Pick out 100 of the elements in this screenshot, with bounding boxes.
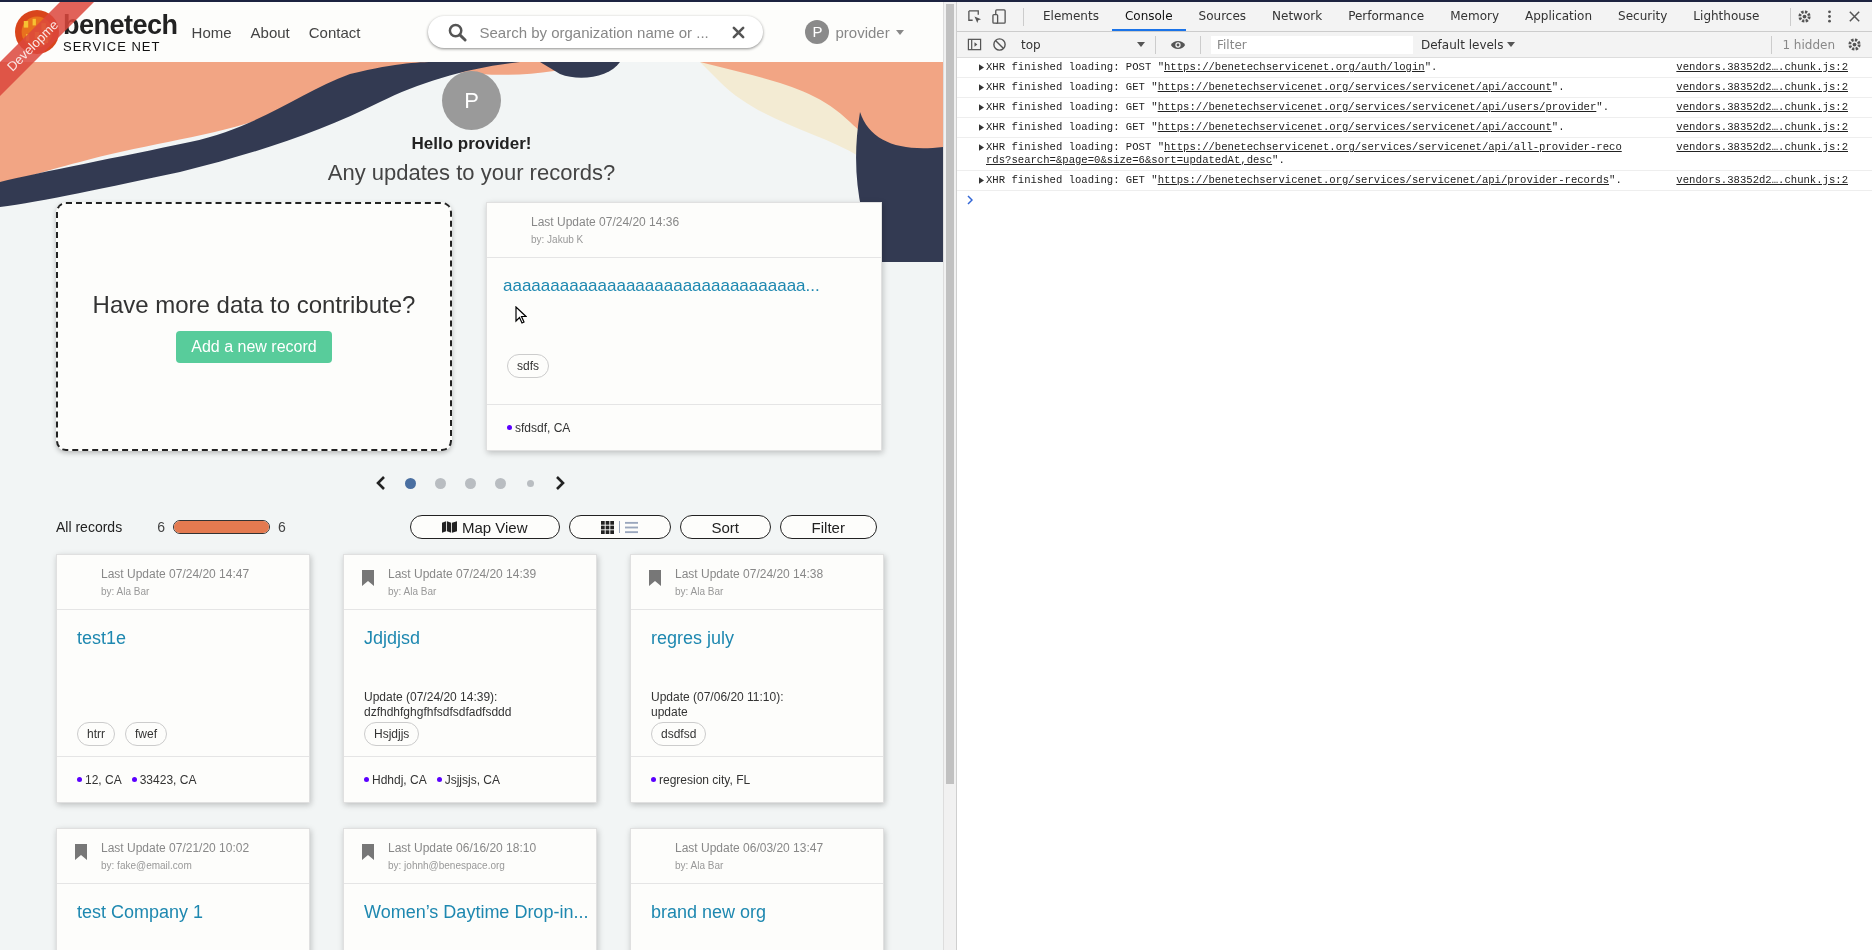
grid-view-icon[interactable] (601, 520, 615, 534)
source-link[interactable]: vendors.38352d2….chunk.js:2 (1676, 101, 1848, 114)
log-message: XHR finished loading: GET "https://benetechservicenet.org/services/servicenet/api/users/provider". (986, 101, 1611, 114)
bookmark-icon[interactable] (362, 844, 374, 860)
filter-field[interactable]: Filter (1211, 35, 1413, 54)
clear-icon[interactable] (732, 26, 746, 39)
settings-icon[interactable] (1847, 37, 1862, 52)
devtools-tab[interactable]: Performance (1335, 2, 1438, 31)
cursor-icon (515, 306, 527, 324)
previous-icon[interactable] (376, 475, 386, 491)
record-card[interactable]: Last Update 07/24/20 14:38 by: Ala Bar regres july Update (07/06/20 11:10): update dsdfsd regresion city, FL (630, 554, 884, 803)
contribute-text: Have more data to contribute? (92, 290, 416, 319)
next-icon[interactable] (555, 475, 565, 491)
bookmark-icon[interactable] (75, 844, 87, 860)
record-title[interactable]: brand new org (651, 902, 877, 923)
device-icon[interactable] (992, 9, 1007, 24)
profile-avatar: P (442, 71, 501, 130)
update-note: Update (07/24/20 14:39): dzfhdhfghgfhfsdfsdfadfsddd (364, 690, 513, 720)
record-card[interactable]: Last Update 07/24/20 14:36 by: Jakub K aaaaaaaaaaaaaaaaaaaaaaaaaaaaaaaa... sdfs sfdsdf, CA (486, 202, 882, 451)
record-title[interactable]: test Company 1 (77, 902, 303, 923)
last-update: Last Update 07/24/20 14:39 (388, 567, 537, 581)
devtools-tab[interactable]: Application (1512, 2, 1606, 31)
expand-icon[interactable] (979, 64, 984, 71)
map-icon (441, 521, 457, 533)
view-toggle[interactable] (568, 515, 671, 539)
record-title[interactable]: test1e (77, 628, 303, 649)
source-link[interactable]: vendors.38352d2….chunk.js:2 (1676, 121, 1848, 134)
last-update: Last Update 07/21/20 10:02 (101, 841, 250, 855)
expand-icon[interactable] (979, 84, 984, 91)
record-title[interactable]: regres july (651, 628, 877, 649)
heading: Any updates to your records? (327, 160, 616, 186)
sort-button[interactable]: Sort (679, 515, 771, 539)
range-slider[interactable] (172, 520, 270, 534)
record-title[interactable]: aaaaaaaaaaaaaaaaaaaaaaaaaaaaaaaa... (503, 276, 861, 296)
bookmark-icon[interactable] (649, 570, 661, 586)
record-card[interactable]: Last Update 07/24/20 14:47 by: Ala Bar test1e htrr fwef 12, CA 33423, CA (56, 554, 310, 803)
author: by: Jakub K (531, 234, 585, 245)
records-label: All records (56, 519, 123, 535)
log-message: XHR finished loading: POST "https://benetechservicenet.org/services/servicenet/api/all-provider-records?search=&page=0&size=6&sort=updatedAt,desc". (986, 141, 1623, 167)
prompt-icon[interactable] (967, 195, 973, 205)
settings-icon[interactable] (1797, 9, 1812, 24)
author: by: Ala Bar (675, 860, 725, 871)
levels-dropdown[interactable]: Default levels (1421, 37, 1516, 52)
record-card[interactable]: Last Update 06/03/20 13:47 by: Ala Bar brand new org (630, 828, 884, 950)
carousel-dot[interactable] (435, 477, 446, 489)
record-card[interactable]: Last Update 06/16/20 18:10 by: johnh@benespace.org Women’s Daytime Drop-in... (343, 828, 597, 950)
carousel-dot[interactable] (465, 477, 476, 489)
nav-link[interactable]: Home (191, 23, 232, 41)
source-link[interactable]: vendors.38352d2….chunk.js:2 (1676, 174, 1848, 187)
devtools-tab[interactable]: Security (1605, 2, 1681, 31)
eye-icon[interactable] (1170, 38, 1186, 51)
author: by: Ala Bar (388, 586, 438, 597)
last-update: Last Update 07/24/20 14:36 (531, 215, 680, 229)
devtools-tab[interactable]: Network (1259, 2, 1336, 31)
carousel-dot[interactable] (495, 477, 506, 489)
count-label: 6 (157, 519, 165, 535)
devtools-tab[interactable]: Memory (1437, 2, 1512, 31)
expand-icon[interactable] (979, 144, 984, 151)
devtools-tab[interactable]: Elements (1030, 2, 1112, 31)
location-dot-icon (436, 777, 442, 782)
author: by: Ala Bar (101, 586, 151, 597)
caret-icon (895, 29, 904, 35)
devtools-tab[interactable]: Lighthouse (1680, 2, 1773, 31)
nav-link[interactable]: Contact (308, 23, 361, 41)
devtools-tab[interactable]: Sources (1185, 2, 1260, 31)
log-message: XHR finished loading: GET "https://benetechservicenet.org/services/servicenet/api/account". (986, 121, 1566, 134)
map-view-button[interactable]: Map View (409, 515, 560, 539)
location-dot-icon (77, 777, 82, 782)
record-card[interactable]: Last Update 07/24/20 14:39 by: Ala Bar Jdjdjsd Update (07/24/20 14:39): dzfhdhfghgfhfsdfsdfadfsddd Hsjdjjs Hdhdj, CA Jsjjsjs, CA (343, 554, 597, 803)
inspect-icon[interactable] (967, 9, 982, 24)
bookmark-icon[interactable] (362, 570, 374, 586)
search-field[interactable]: Search by organization name or ... (428, 16, 764, 48)
clear-console-icon[interactable] (992, 37, 1007, 52)
filter-button[interactable]: Filter (779, 515, 877, 539)
source-link[interactable]: vendors.38352d2….chunk.js:2 (1676, 141, 1848, 154)
expand-icon[interactable] (979, 124, 984, 131)
nav-link[interactable]: About (250, 23, 290, 41)
source-link[interactable]: vendors.38352d2….chunk.js:2 (1676, 81, 1848, 94)
carousel-dot[interactable] (527, 479, 534, 487)
sidebar-icon[interactable] (967, 37, 982, 52)
log-message: XHR finished loading: GET "https://benetechservicenet.org/services/servicenet/api/provider-records". (986, 174, 1623, 187)
record-card[interactable]: Last Update 07/21/20 10:02 by: fake@email.com test Company 1 (56, 828, 310, 950)
scrollbar[interactable] (943, 2, 956, 950)
close-icon[interactable] (1847, 9, 1862, 24)
expand-icon[interactable] (979, 177, 984, 184)
caret-icon (1137, 42, 1145, 47)
expand-icon[interactable] (979, 104, 984, 111)
record-title[interactable]: Women’s Daytime Drop-in... (364, 902, 590, 923)
context-select[interactable]: top (1017, 37, 1149, 52)
location: 12, CA (85, 772, 122, 787)
record-title[interactable]: Jdjdjsd (364, 628, 590, 649)
author: by: Ala Bar (675, 586, 725, 597)
source-link[interactable]: vendors.38352d2….chunk.js:2 (1676, 61, 1848, 74)
last-update: Last Update 07/24/20 14:38 (675, 567, 824, 581)
last-update: Last Update 06/03/20 13:47 (675, 841, 824, 855)
user-avatar: P (805, 20, 830, 44)
count-label: 6 (277, 519, 286, 535)
update-note: Update (07/06/20 11:10): update (651, 690, 785, 720)
user-menu[interactable]: P provider (805, 20, 904, 44)
carousel-dot[interactable] (405, 477, 416, 489)
